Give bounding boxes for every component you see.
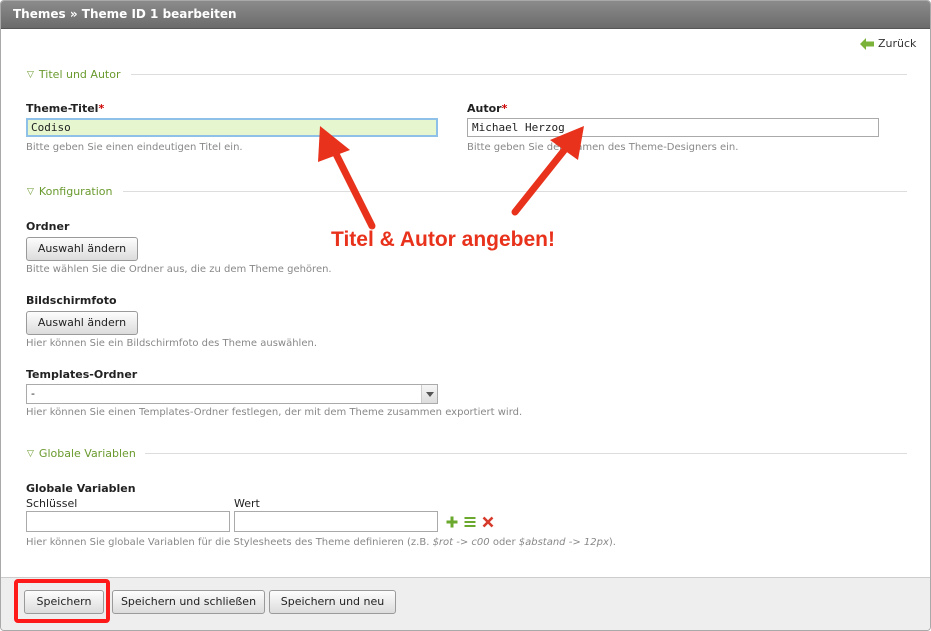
annotation-arrow-author [511,126,584,216]
annotation-text: Titel & Autor angeben! [331,228,556,251]
annotation-arrow-title [318,126,376,230]
save-highlight-box [14,579,110,623]
annotation-arrows [318,126,584,230]
